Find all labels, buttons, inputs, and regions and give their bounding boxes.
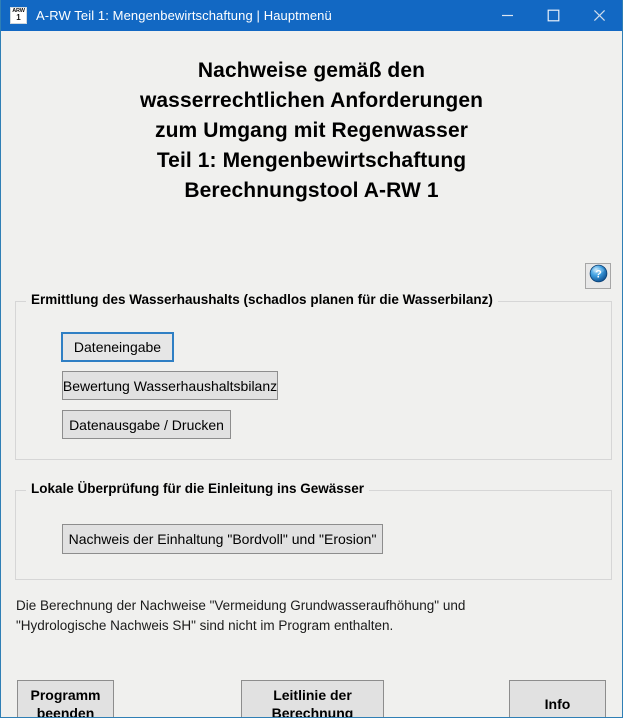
close-icon[interactable] bbox=[576, 0, 622, 31]
heading-line-3: zum Umgang mit Regenwasser bbox=[154, 119, 468, 142]
group-wasserhaushalt-legend: Ermittlung des Wasserhaushalts (schadlos… bbox=[26, 292, 498, 307]
leitlinie-line-1: Leitlinie der bbox=[273, 686, 352, 703]
group-wasserhaushalt: Ermittlung des Wasserhaushalts (schadlos… bbox=[15, 292, 612, 460]
bewertung-wasserhaushaltsbilanz-button[interactable]: Bewertung Wasserhaushaltsbilanz bbox=[62, 371, 278, 400]
application-window: ARW 1 A-RW Teil 1: Mengenbewirtschaftung… bbox=[0, 0, 623, 718]
programm-beenden-line-1: Programm bbox=[30, 686, 101, 703]
title-bar: ARW 1 A-RW Teil 1: Mengenbewirtschaftung… bbox=[1, 0, 622, 31]
maximize-icon[interactable] bbox=[530, 0, 576, 31]
leitlinie-line-2: Berechnung bbox=[271, 704, 354, 718]
window-title: A-RW Teil 1: Mengenbewirtschaftung | Hau… bbox=[36, 8, 332, 23]
heading-line-5: Berechnungstool A-RW 1 bbox=[184, 179, 439, 202]
note-line-1: Die Berechnung der Nachweise "Vermeidung… bbox=[16, 598, 466, 613]
dateneingabe-button[interactable]: Dateneingabe bbox=[61, 332, 174, 362]
heading-line-4: Teil 1: Mengenbewirtschaftung bbox=[156, 149, 467, 172]
window-controls bbox=[484, 0, 622, 31]
bewertung-wasserhaushaltsbilanz-button-label: Bewertung Wasserhaushaltsbilanz bbox=[62, 377, 278, 394]
programm-beenden-button[interactable]: Programm beenden bbox=[17, 680, 114, 718]
note-text: Die Berechnung der Nachweise "Vermeidung… bbox=[16, 596, 576, 636]
dateneingabe-button-label: Dateneingabe bbox=[73, 339, 162, 355]
help-button[interactable]: ? bbox=[585, 263, 611, 289]
info-button[interactable]: Info bbox=[509, 680, 606, 717]
datenausgabe-drucken-button[interactable]: Datenausgabe / Drucken bbox=[62, 410, 231, 439]
heading-line-2: wasserrechtlichen Anforderungen bbox=[139, 89, 484, 112]
nachweis-bordvoll-erosion-button-label: Nachweis der Einhaltung "Bordvoll" und "… bbox=[68, 531, 377, 547]
app-icon: ARW 1 bbox=[10, 7, 27, 24]
heading-line-1: Nachweise gemäß den bbox=[197, 59, 426, 82]
leitlinie-der-berechnung-button[interactable]: Leitlinie der Berechnung bbox=[241, 680, 384, 718]
leitlinie-der-berechnung-button-label: Leitlinie der Berechnung bbox=[272, 686, 354, 718]
datenausgabe-drucken-button-label: Datenausgabe / Drucken bbox=[69, 416, 224, 433]
minimize-icon[interactable] bbox=[484, 0, 530, 31]
help-question-globe-icon: ? bbox=[589, 264, 608, 288]
note-line-2: "Hydrologische Nachweis SH" sind nicht i… bbox=[16, 618, 394, 633]
svg-text:?: ? bbox=[595, 269, 602, 281]
page-title: Nachweise gemäß den wasserrechtlichen An… bbox=[1, 56, 622, 206]
group-lokale-ueberpruefung: Lokale Überprüfung für die Einleitung in… bbox=[15, 481, 612, 580]
programm-beenden-button-label: Programm beenden bbox=[30, 686, 100, 718]
info-button-label: Info bbox=[544, 695, 571, 712]
programm-beenden-line-2: beenden bbox=[36, 704, 95, 718]
nachweis-bordvoll-erosion-button[interactable]: Nachweis der Einhaltung "Bordvoll" und "… bbox=[62, 524, 383, 554]
app-icon-bottom-label: 1 bbox=[16, 13, 21, 23]
group-lokale-ueberpruefung-legend: Lokale Überprüfung für die Einleitung in… bbox=[26, 481, 370, 496]
client-area: Nachweise gemäß den wasserrechtlichen An… bbox=[1, 31, 622, 717]
